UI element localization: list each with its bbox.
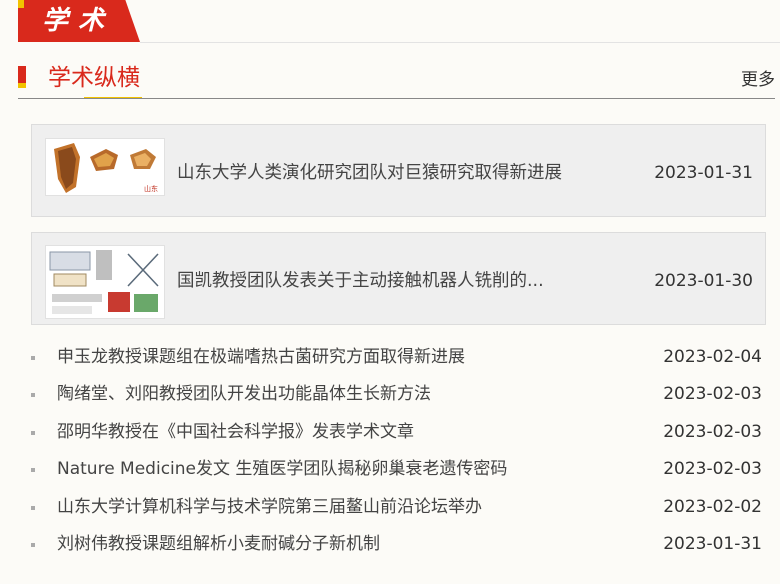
featured-item[interactable]: 国凯教授团队发表关于主动接触机器人铣削的... 2023-01-30 — [31, 232, 766, 325]
section-marker-icon — [18, 66, 26, 88]
news-thumbnail[interactable]: 山东 — [45, 138, 165, 196]
list-item[interactable]: 山东大学计算机科学与技术学院第三届鳌山前沿论坛举办 2023-02-02 — [31, 494, 766, 531]
more-link[interactable]: 更多 — [741, 68, 775, 92]
featured-date: 2023-01-30 — [654, 271, 753, 291]
bullet-icon — [31, 468, 35, 473]
featured-date: 2023-01-31 — [654, 163, 753, 183]
news-date: 2023-02-03 — [663, 421, 762, 442]
news-date: 2023-02-02 — [663, 496, 762, 517]
news-title[interactable]: 刘树伟教授课题组解析小麦耐碱分子新机制 — [57, 531, 380, 557]
section-divider — [18, 98, 775, 99]
section-header: 学术纵横 更多 — [18, 62, 775, 99]
section-title[interactable]: 学术纵横 — [48, 62, 140, 94]
list-item[interactable]: 邵明华教授在《中国社会科学报》发表学术文章 2023-02-03 — [31, 419, 766, 456]
news-title[interactable]: Nature Medicine发文 生殖医学团队揭秘卵巢衰老遗传密码 — [57, 456, 507, 482]
bullet-icon — [31, 542, 35, 547]
news-date: 2023-02-03 — [663, 459, 762, 480]
featured-title[interactable]: 国凯教授团队发表关于主动接触机器人铣削的... — [177, 269, 544, 293]
list-item[interactable]: 陶绪堂、刘阳教授团队开发出功能晶体生长新方法 2023-02-03 — [31, 381, 766, 418]
bullet-icon — [31, 505, 35, 510]
news-title[interactable]: 陶绪堂、刘阳教授团队开发出功能晶体生长新方法 — [57, 381, 431, 407]
list-item[interactable]: 申玉龙教授课题组在极端嗜热古菌研究方面取得新进展 2023-02-04 — [31, 344, 766, 381]
bullet-icon — [31, 356, 35, 360]
list-item[interactable]: Nature Medicine发文 生殖医学团队揭秘卵巢衰老遗传密码 2023-… — [31, 456, 766, 493]
featured-item[interactable]: 山东 山东大学人类演化研究团队对巨猿研究取得新进展 2023-01-31 — [31, 124, 766, 217]
news-date: 2023-02-03 — [663, 384, 762, 405]
featured-title[interactable]: 山东大学人类演化研究团队对巨猿研究取得新进展 — [177, 161, 562, 185]
section-tab[interactable]: 学术 — [18, 0, 140, 42]
bullet-icon — [31, 393, 35, 398]
svg-text:山东: 山东 — [144, 184, 158, 193]
news-list: 申玉龙教授课题组在极端嗜热古菌研究方面取得新进展 2023-02-04 陶绪堂、… — [31, 344, 766, 568]
list-item[interactable]: 刘树伟教授课题组解析小麦耐碱分子新机制 2023-01-31 — [31, 531, 766, 568]
news-title[interactable]: 山东大学计算机科学与技术学院第三届鳌山前沿论坛举办 — [57, 494, 482, 520]
section-tab-label: 学术 — [42, 6, 115, 36]
bullet-icon — [31, 430, 35, 435]
header-divider — [140, 42, 780, 43]
news-thumbnail[interactable] — [45, 245, 165, 319]
news-date: 2023-01-31 — [663, 533, 762, 554]
news-title[interactable]: 邵明华教授在《中国社会科学报》发表学术文章 — [57, 419, 414, 445]
news-date: 2023-02-04 — [663, 347, 762, 367]
news-title[interactable]: 申玉龙教授课题组在极端嗜热古菌研究方面取得新进展 — [57, 344, 465, 370]
tab-accent-mark — [18, 0, 24, 8]
